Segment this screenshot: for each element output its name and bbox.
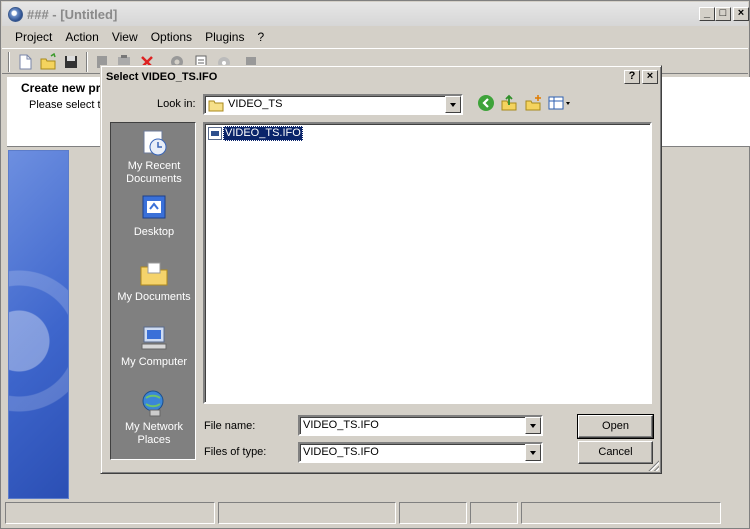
dialog-title: Select VIDEO_TS.IFO <box>106 71 218 83</box>
app-icon <box>8 7 23 22</box>
place-label: My Network Places <box>124 421 184 446</box>
new-folder-icon[interactable] <box>524 94 542 112</box>
menu-bar: Project Action View Options Plugins ? <box>11 28 270 46</box>
minimize-button[interactable]: _ <box>699 7 715 21</box>
up-folder-icon[interactable] <box>500 94 518 112</box>
menu-project[interactable]: Project <box>11 28 56 46</box>
my-documents-icon <box>138 258 170 288</box>
file-icon <box>208 127 222 140</box>
dialog-title-bar: Select VIDEO_TS.IFO ? × <box>104 69 658 87</box>
chevron-down-icon[interactable] <box>525 444 541 461</box>
cancel-button[interactable]: Cancel <box>578 441 653 464</box>
file-type-value: VIDEO_TS.IFO <box>303 446 379 458</box>
file-list[interactable]: VIDEO_TS.IFO <box>203 122 652 404</box>
dialog-close-button[interactable]: × <box>642 70 658 84</box>
file-name-input[interactable]: VIDEO_TS.IFO <box>298 415 543 436</box>
folder-icon <box>208 98 224 115</box>
toolbar-separator <box>86 52 88 72</box>
menu-action[interactable]: Action <box>61 28 102 46</box>
select-file-dialog: Select VIDEO_TS.IFO ? × Look in: VIDEO_T… <box>100 65 662 474</box>
place-my-network-places[interactable]: My Network Places <box>111 388 197 447</box>
look-in-dropdown[interactable]: VIDEO_TS <box>203 94 463 115</box>
resize-grip-icon[interactable] <box>647 459 659 471</box>
place-desktop[interactable]: Desktop <box>111 193 197 239</box>
file-type-label: Files of type: <box>204 446 267 458</box>
chevron-down-icon[interactable] <box>445 96 461 113</box>
open-folder-icon[interactable] <box>39 52 57 71</box>
status-bar <box>5 502 747 526</box>
file-name-label: File name: <box>204 420 256 432</box>
menu-options[interactable]: Options <box>147 28 196 46</box>
place-label: My Documents <box>117 291 191 303</box>
status-pane <box>218 502 396 524</box>
back-icon[interactable] <box>477 94 495 112</box>
status-pane <box>521 502 721 524</box>
menu-view[interactable]: View <box>108 28 142 46</box>
window-title: ### - [Untitled] <box>27 7 118 22</box>
status-pane <box>5 502 215 524</box>
place-label: My Computer <box>120 356 188 368</box>
new-icon[interactable] <box>16 53 34 71</box>
menu-help[interactable]: ? <box>254 28 269 46</box>
wizard-side-image <box>8 150 69 499</box>
wizard-subtitle: Please select t <box>29 99 101 111</box>
status-pane <box>470 502 518 524</box>
desktop-icon <box>138 193 170 223</box>
place-label: Desktop <box>133 226 175 238</box>
menu-plugins[interactable]: Plugins <box>201 28 248 46</box>
file-name-value: VIDEO_TS.IFO <box>303 419 379 431</box>
place-label: My Recent Documents <box>126 160 182 185</box>
place-my-computer[interactable]: My Computer <box>111 323 197 369</box>
toolbar-separator <box>8 52 10 72</box>
network-places-icon <box>138 388 170 418</box>
save-icon[interactable] <box>62 53 80 71</box>
title-bar: ### - [Untitled] _ □ × <box>2 2 749 26</box>
maximize-button[interactable]: □ <box>715 7 731 21</box>
look-in-label: Look in: <box>157 98 196 110</box>
place-my-documents[interactable]: My Documents <box>111 258 197 304</box>
close-button[interactable]: × <box>733 7 749 21</box>
chevron-down-icon[interactable] <box>525 417 541 434</box>
recent-documents-icon <box>138 127 170 157</box>
status-pane <box>399 502 467 524</box>
place-recent-documents[interactable]: My Recent Documents <box>111 127 197 186</box>
help-button[interactable]: ? <box>624 70 640 84</box>
look-in-value: VIDEO_TS <box>228 98 283 110</box>
view-menu-icon[interactable] <box>548 94 572 112</box>
file-item-name: VIDEO_TS.IFO <box>223 126 303 141</box>
open-button[interactable]: Open <box>577 414 654 439</box>
places-bar: My Recent Documents Desktop My Documents… <box>110 122 196 460</box>
wizard-title: Create new pr <box>21 81 101 95</box>
file-type-dropdown[interactable]: VIDEO_TS.IFO <box>298 442 543 463</box>
my-computer-icon <box>138 323 170 353</box>
